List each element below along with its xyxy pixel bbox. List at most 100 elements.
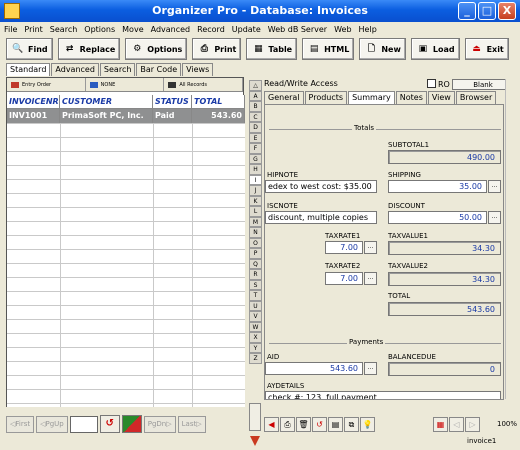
menu-print[interactable]: Print <box>24 25 42 34</box>
menu-web-db-server[interactable]: Web dB Server <box>268 25 327 34</box>
letter-r[interactable]: R <box>249 269 262 280</box>
shipping-ellipsis-button[interactable]: ... <box>488 180 501 193</box>
tip-icon[interactable]: 💡 <box>360 417 375 432</box>
tab-products[interactable]: Products <box>304 91 348 104</box>
tab-advanced[interactable]: Advanced <box>51 63 99 76</box>
letter-n[interactable]: N <box>249 227 262 238</box>
letter-s[interactable]: S <box>249 279 262 290</box>
menu-search[interactable]: Search <box>50 25 77 34</box>
menu-record[interactable]: Record <box>197 25 225 34</box>
discount-field[interactable]: 50.00 <box>388 211 487 224</box>
letter-h[interactable]: H <box>249 164 262 175</box>
letter-v[interactable]: V <box>249 311 262 322</box>
letter-q[interactable]: Q <box>249 258 262 269</box>
delete-icon[interactable]: 🗑 <box>296 417 311 432</box>
split-scroll-button[interactable] <box>249 403 261 431</box>
pgdn-button[interactable]: PgDn ▷ <box>143 415 176 433</box>
shipping-field[interactable]: 35.00 <box>388 180 487 193</box>
minimize-button[interactable]: _ <box>458 2 476 20</box>
menu-move[interactable]: Move <box>122 25 143 34</box>
letter-m[interactable]: M <box>249 216 262 227</box>
letter-f[interactable]: F <box>249 143 262 154</box>
tab-summary[interactable]: Summary <box>348 91 395 104</box>
last-button[interactable]: Last ▷ <box>177 415 206 433</box>
shipnote-field[interactable]: edex to west cost: $35.00 <box>265 180 377 193</box>
menu-help[interactable]: Help <box>359 25 377 34</box>
letter-z[interactable]: Z <box>249 353 262 364</box>
letter-g[interactable]: G <box>249 153 262 164</box>
column-header-invoicenr[interactable]: INVOICENR <box>7 95 60 108</box>
menu-advanced[interactable]: Advanced <box>151 25 191 34</box>
prev-record-icon[interactable]: ◁ <box>449 417 464 432</box>
letter-b[interactable]: B <box>249 101 262 112</box>
load-button[interactable]: ▣ Load <box>410 38 460 60</box>
down-arrow-icon[interactable] <box>250 436 260 446</box>
column-header-total[interactable]: TOTAL <box>192 95 245 108</box>
tab-bar-code[interactable]: Bar Code <box>136 63 182 76</box>
options-button[interactable]: ⚙ Options <box>125 38 188 60</box>
html-button[interactable]: ▤ HTML <box>302 38 355 60</box>
taxrate1-ellipsis-button[interactable]: ... <box>364 241 377 254</box>
print-record-icon[interactable]: ⎙ <box>280 417 295 432</box>
letter-y[interactable]: Y <box>249 342 262 353</box>
up-arrow-icon[interactable]: △ <box>249 80 262 91</box>
replace-button[interactable]: ⇄ Replace <box>57 38 121 60</box>
grid-empty-area[interactable] <box>7 123 245 407</box>
print-button[interactable]: ⎙ Print <box>192 38 242 60</box>
next-record-icon[interactable]: ▷ <box>465 417 480 432</box>
vertical-scrollbar[interactable] <box>505 79 515 399</box>
paid-ellipsis-button[interactable]: ... <box>364 362 377 375</box>
copy-icon[interactable]: ⧉ <box>344 417 359 432</box>
letter-w[interactable]: W <box>249 321 262 332</box>
table-row[interactable]: INV1001 PrimaSoft PC, Inc. Paid 543.60 <box>7 109 245 123</box>
menu-web[interactable]: Web <box>334 25 351 34</box>
sort-entry-order[interactable]: Entry Order <box>7 78 86 91</box>
close-button[interactable]: X <box>498 2 516 20</box>
sort-none[interactable]: NONE <box>86 78 165 91</box>
menu-options[interactable]: Options <box>84 25 115 34</box>
letter-k[interactable]: K <box>249 195 262 206</box>
preview-icon[interactable]: ▦ <box>433 417 448 432</box>
tab-views[interactable]: Views <box>182 63 214 76</box>
letter-a[interactable]: A <box>249 90 262 101</box>
taxrate1-field[interactable]: 7.00 <box>325 241 363 254</box>
menu-file[interactable]: File <box>4 25 17 34</box>
letter-i[interactable]: I <box>249 174 262 185</box>
letter-l[interactable]: L <box>249 206 262 217</box>
letter-j[interactable]: J <box>249 185 262 196</box>
tab-browser[interactable]: Browser <box>455 91 497 104</box>
exit-button[interactable]: ⏏ Exit <box>464 38 509 60</box>
lookup-icon[interactable] <box>121 415 142 433</box>
tab-standard[interactable]: Standard <box>6 63 51 76</box>
letter-o[interactable]: O <box>249 237 262 248</box>
taxrate2-field[interactable]: 7.00 <box>325 272 363 285</box>
paydetails-field[interactable]: check #: 123. full payment <box>265 391 501 399</box>
menu-update[interactable]: Update <box>232 25 261 34</box>
letter-x[interactable]: X <box>249 332 262 343</box>
pgup-button[interactable]: ◁ PgUp <box>36 415 68 433</box>
letter-p[interactable]: P <box>249 248 262 259</box>
letter-u[interactable]: U <box>249 300 262 311</box>
letter-d[interactable]: D <box>249 122 262 133</box>
column-header-status[interactable]: STATUS <box>153 95 192 108</box>
tab-view[interactable]: View <box>427 91 455 104</box>
tab-general[interactable]: General <box>264 91 304 104</box>
maximize-button[interactable]: □ <box>478 2 496 20</box>
paid-field[interactable]: 543.60 <box>265 362 363 375</box>
column-header-customer[interactable]: CUSTOMER <box>60 95 153 108</box>
discnote-field[interactable]: discount, multiple copies <box>265 211 377 224</box>
new-button[interactable]: 🗋 New <box>359 38 406 60</box>
letter-e[interactable]: E <box>249 132 262 143</box>
first-button[interactable]: ◁ First <box>6 415 35 433</box>
tab-search[interactable]: Search <box>99 63 136 76</box>
find-button[interactable]: 🔍 Find <box>6 38 53 60</box>
back-arrow-icon[interactable]: ◀ <box>264 417 279 432</box>
tab-notes[interactable]: Notes <box>395 91 427 104</box>
taxrate2-ellipsis-button[interactable]: ... <box>364 272 377 285</box>
filter-all-records[interactable]: All Records <box>164 78 244 91</box>
discount-ellipsis-button[interactable]: ... <box>488 211 501 224</box>
refresh-icon[interactable]: ↺ <box>99 415 120 433</box>
letter-c[interactable]: C <box>249 111 262 122</box>
table-button[interactable]: ▦ Table <box>246 38 298 60</box>
letter-t[interactable]: T <box>249 290 262 301</box>
